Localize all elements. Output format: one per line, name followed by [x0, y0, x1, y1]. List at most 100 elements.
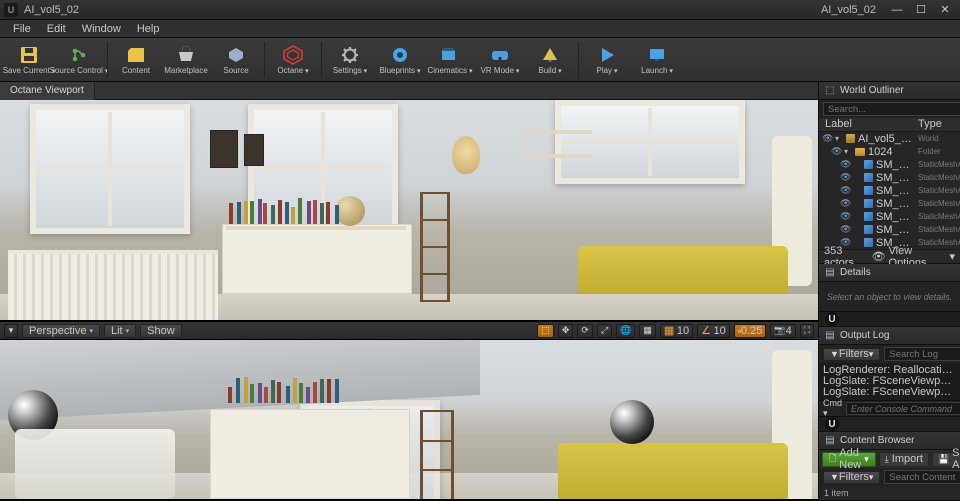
toolbar-octane-button[interactable]: Octane ▾ — [268, 40, 318, 80]
row-type: StaticMeshA — [918, 173, 960, 182]
menu-window[interactable]: Window — [75, 22, 128, 36]
settings-icon — [339, 45, 361, 65]
launch-icon — [646, 45, 668, 65]
maximize-button[interactable]: ☐ — [910, 3, 932, 17]
menu-help[interactable]: Help — [130, 22, 167, 36]
world-outliner-panel: ⬚ World Outliner ⚙ ＋ Label Type 👁▾AI_vol… — [819, 82, 960, 264]
outliner-row[interactable]: 👁SM_AI_vol5_2_baskStaticMeshAStaticMeshA — [819, 158, 960, 171]
toolbar-vr-mode-button[interactable]: VR Mode ▾ — [475, 40, 525, 80]
outliner-footer: 353 actors 👁 View Options ▾ — [819, 249, 960, 263]
outliner-row[interactable]: 👁▾1024Folder — [819, 145, 960, 158]
world-outliner-header[interactable]: ⬚ World Outliner — [819, 82, 960, 100]
toolbar-label: Play ▾ — [596, 66, 617, 75]
project-name: AI_vol5_02 — [821, 4, 876, 16]
translate-mode-button[interactable]: ✥ — [558, 324, 574, 338]
outliner-search-input[interactable] — [823, 102, 960, 116]
log-search-input[interactable] — [884, 347, 960, 361]
rotation-snap-value[interactable]: ∠ 10 — [697, 324, 730, 338]
outliner-tree[interactable]: 👁▾AI_vol5_02 (Editor)World👁▾1024Folder👁S… — [819, 132, 960, 249]
scale-snap-value[interactable]: ▫ 0.25 — [734, 324, 767, 338]
toolbar-source-button[interactable]: Source — [211, 40, 261, 80]
visibility-icon[interactable]: 👁 — [840, 211, 850, 222]
perspective-dropdown[interactable]: Perspective▾ — [22, 324, 100, 338]
toolbar-launch-button[interactable]: Launch ▾ — [632, 40, 682, 80]
ue-logo-icon: U — [825, 417, 839, 431]
tab-octane-viewport[interactable]: Octane Viewport — [0, 82, 95, 100]
log-output[interactable]: LogRenderer: Reallocating scene renderLo… — [819, 363, 960, 400]
visibility-icon[interactable]: 👁 — [840, 224, 850, 235]
ue-logo-icon: U — [4, 3, 18, 17]
lit-dropdown[interactable]: Lit▾ — [104, 324, 136, 338]
show-dropdown[interactable]: Show — [140, 324, 182, 338]
toolbar-label: Source Control ▾ — [50, 66, 109, 75]
editor-viewport[interactable] — [0, 340, 818, 501]
select-mode-button[interactable]: ⬚ — [537, 324, 554, 338]
visibility-icon[interactable]: 👁 — [831, 146, 841, 157]
visibility-icon[interactable]: 👁 — [840, 159, 850, 170]
close-button[interactable]: ✕ — [934, 3, 956, 17]
outliner-row[interactable]: 👁SM_AI_vol5_2_planStaticMeshAStaticMeshA — [819, 171, 960, 184]
outliner-row[interactable]: 👁SM_AI_vol5_2_wallStaticMeshAStaticMeshA — [819, 197, 960, 210]
menu-file[interactable]: File — [6, 22, 38, 36]
coord-space-button[interactable]: 🌐 — [616, 324, 635, 338]
menubar: File Edit Window Help — [0, 20, 960, 38]
menu-edit[interactable]: Edit — [40, 22, 73, 36]
minimize-button[interactable]: — — [886, 3, 908, 17]
surface-snap-button[interactable]: ▦ — [639, 324, 656, 338]
blueprints-icon — [389, 45, 411, 65]
outliner-row[interactable]: 👁▾AI_vol5_02 (Editor)World — [819, 132, 960, 145]
visibility-icon[interactable]: 👁 — [840, 172, 850, 183]
outliner-row[interactable]: 👁SM_AI_vol5_2_wallStaticMeshAStaticMeshA — [819, 223, 960, 236]
save-all-button[interactable]: 💾 Save All — [932, 452, 960, 467]
row-type: StaticMeshA — [918, 212, 960, 221]
toolbar-save-button[interactable]: Save Current ▾ — [4, 40, 54, 80]
add-new-button[interactable]: 🗋 Add New ▾ — [822, 452, 876, 467]
rotate-mode-button[interactable]: ⟳ — [577, 324, 593, 338]
import-button[interactable]: ⤓ Import — [879, 452, 929, 467]
output-log-header[interactable]: ▤ Output Log — [819, 327, 960, 345]
window-title: AI_vol5_02 — [24, 4, 821, 16]
octane-viewport[interactable]: /*books*/ — [0, 100, 818, 322]
row-label: SM_AI_vol5_2_planStaticMeshA — [876, 185, 915, 197]
cb-search-input[interactable] — [884, 470, 960, 484]
grid-snap-value[interactable]: ▦ 10 — [660, 324, 693, 338]
toolbar-source-control-button[interactable]: Source Control ▾ — [54, 40, 104, 80]
output-log-icon: ▤ — [825, 331, 835, 341]
source-control-icon — [68, 45, 90, 65]
content-browser-icon: ▤ — [825, 436, 835, 446]
mesh-icon — [864, 160, 873, 169]
mesh-icon — [864, 212, 873, 221]
cb-filters-dropdown[interactable]: ▼ Filters ▾ — [823, 471, 880, 484]
toolbar-label: Content — [122, 66, 150, 75]
marketplace-icon — [175, 45, 197, 65]
cmd-label[interactable]: Cmd ▾ — [823, 398, 842, 419]
toolbar-marketplace-button[interactable]: Marketplace — [161, 40, 211, 80]
maximize-viewport-button[interactable]: ⛶ — [800, 324, 814, 338]
toolbar-content-button[interactable]: Content — [111, 40, 161, 80]
octane-icon — [282, 45, 304, 65]
viewport-options-button[interactable]: ▾ — [4, 324, 18, 338]
toolbar-label: Marketplace — [164, 66, 208, 75]
row-type: StaticMeshA — [918, 186, 960, 195]
toolbar-blueprints-button[interactable]: Blueprints ▾ — [375, 40, 425, 80]
visibility-icon[interactable]: 👁 — [840, 198, 850, 209]
toolbar-settings-button[interactable]: Settings ▾ — [325, 40, 375, 80]
visibility-icon[interactable]: 👁 — [822, 133, 832, 144]
titlebar: U AI_vol5_02 AI_vol5_02 — ☐ ✕ — [0, 0, 960, 20]
visibility-icon[interactable]: 👁 — [840, 185, 850, 196]
row-label: AI_vol5_02 (Editor) — [858, 133, 915, 145]
camera-speed[interactable]: 📷 4 — [770, 324, 795, 338]
log-filters-dropdown[interactable]: ▼ Filters ▾ — [823, 348, 880, 361]
outliner-row[interactable]: 👁 SM_AI_vol5_2_planStaticMeshAStaticMeshA — [819, 184, 960, 197]
outliner-row[interactable]: 👁SM_AI_vol5_2_wallStaticMeshAStaticMeshA — [819, 210, 960, 223]
console-command-input[interactable] — [846, 402, 960, 415]
outliner-columns: Label Type — [819, 118, 960, 132]
toolbar-label: Source — [223, 66, 248, 75]
details-header[interactable]: ▤ Details — [819, 264, 960, 282]
folder-icon — [855, 148, 865, 156]
toolbar-play-button[interactable]: Play ▾ — [582, 40, 632, 80]
scale-mode-button[interactable]: ⤢ — [597, 324, 612, 338]
toolbar-build-button[interactable]: Build ▾ — [525, 40, 575, 80]
toolbar-cinematics-button[interactable]: Cinematics ▾ — [425, 40, 475, 80]
row-type: StaticMeshA — [918, 225, 960, 234]
